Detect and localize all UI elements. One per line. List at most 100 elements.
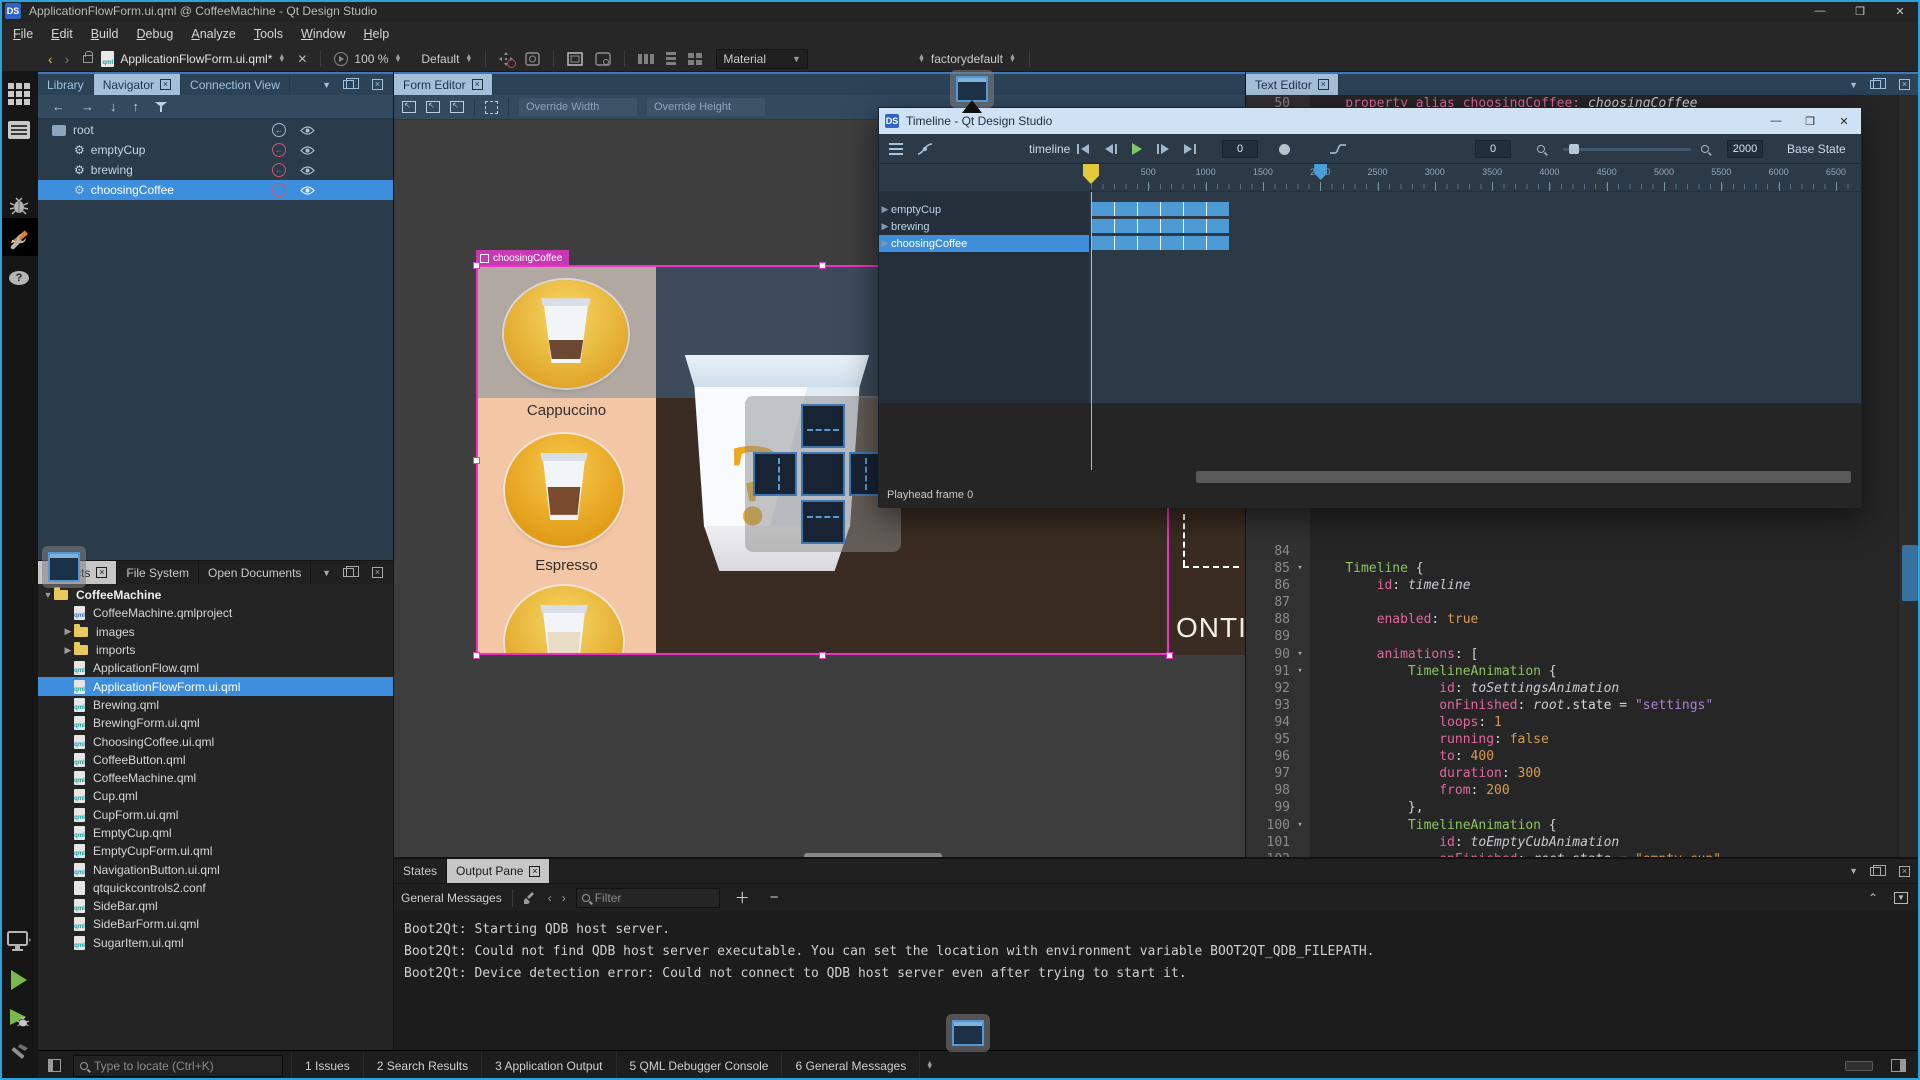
end-frame-field[interactable]: 2000	[1727, 140, 1763, 158]
rows-icon[interactable]	[638, 54, 654, 64]
navigator-item-choosingCoffee[interactable]: ⚙choosingCoffee←	[38, 180, 393, 200]
toggle-right-sidebar-icon[interactable]	[1891, 1059, 1906, 1072]
timeline-ruler[interactable]: 5001000150020002500300035004000450050005…	[879, 164, 1861, 192]
code-line[interactable]: 90▾ animations: [	[1246, 646, 1896, 663]
pane-button-application-output[interactable]: 3 Application Output	[482, 1051, 616, 1080]
code-line[interactable]: 101 id: toEmptyCubAnimation	[1246, 834, 1896, 851]
keyframe-icon[interactable]	[1137, 219, 1138, 233]
current-frame-field[interactable]: 0	[1222, 140, 1258, 158]
dopesheet-icon[interactable]	[889, 143, 903, 155]
welcome-mode-icon[interactable]	[7, 82, 31, 106]
material-select[interactable]: Material▼	[716, 49, 808, 69]
timeline-zoom-slider[interactable]	[1563, 134, 1691, 164]
close-icon[interactable]: ×	[160, 79, 171, 90]
record-button[interactable]	[1279, 134, 1290, 164]
lock-icon[interactable]	[83, 55, 93, 63]
open-document-select[interactable]: ApplicationFlowForm.ui.qml*	[120, 52, 272, 66]
close-document-button[interactable]: ✕	[291, 52, 313, 66]
grid-view-icon[interactable]	[688, 53, 702, 65]
navigator-item-emptyCup[interactable]: ⚙emptyCup←	[38, 140, 393, 160]
playhead-marker[interactable]	[1083, 164, 1099, 184]
keyframe-bar[interactable]	[1091, 236, 1229, 250]
menu-file[interactable]: File	[4, 22, 42, 46]
expander-icon[interactable]: ▼	[42, 590, 54, 600]
style-spinner-icon[interactable]: ▲▼	[465, 55, 472, 63]
code-line[interactable]: 93 onFinished: root.state = "settings"	[1246, 697, 1896, 714]
split-icon[interactable]	[1870, 80, 1881, 89]
keyframe-icon[interactable]	[1137, 202, 1138, 216]
code-line[interactable]: 95 running: false	[1246, 731, 1896, 748]
code-line[interactable]: 99 },	[1246, 799, 1896, 816]
keyframe-icon[interactable]	[1206, 202, 1207, 216]
move-left-icon[interactable]: ←	[52, 99, 65, 114]
project-item[interactable]: SideBar.qml	[38, 897, 393, 915]
toggle-left-sidebar-icon[interactable]	[48, 1059, 61, 1072]
pane-cycle-spinner-icon[interactable]: ▲▼	[926, 1062, 933, 1070]
style-select[interactable]: Default	[421, 52, 459, 66]
snap-parent-icon[interactable]	[450, 101, 464, 113]
close-button[interactable]: ✕	[1880, 0, 1920, 22]
close-icon[interactable]: ×	[1318, 79, 1329, 90]
pane-button-issues[interactable]: 1 Issues	[291, 1051, 364, 1080]
project-item[interactable]: SugarItem.ui.qml	[38, 934, 393, 952]
fold-marker-icon[interactable]: ▾	[1290, 817, 1310, 834]
minimize-button[interactable]: —	[1800, 0, 1840, 22]
menu-help[interactable]: Help	[355, 22, 399, 46]
live-preview-icon[interactable]	[334, 52, 348, 66]
project-item[interactable]: ChoosingCoffee.ui.qml	[38, 732, 393, 750]
close-panel-icon[interactable]: ×	[1899, 866, 1910, 877]
loop-value-field[interactable]: 0	[1475, 140, 1511, 158]
prev-item-icon[interactable]: ‹	[548, 891, 552, 905]
close-panel-icon[interactable]: ×	[372, 567, 383, 578]
override-height-field[interactable]: Override Height	[647, 98, 765, 116]
dock-indicator-bottom[interactable]	[946, 1014, 990, 1052]
project-item[interactable]: BrewingForm.ui.qml	[38, 714, 393, 732]
keyframe-bar[interactable]	[1091, 219, 1229, 233]
menu-window[interactable]: Window	[292, 22, 354, 46]
chevron-down-icon[interactable]: ▼	[322, 568, 331, 578]
annotation-move-icon[interactable]	[499, 52, 513, 66]
tab-connection-view[interactable]: Connection View	[181, 74, 290, 95]
back-button[interactable]: ‹	[42, 51, 59, 67]
project-item[interactable]: ▼CoffeeMachine	[38, 586, 393, 604]
locator-input[interactable]	[94, 1059, 259, 1073]
code-line[interactable]: 84	[1246, 543, 1896, 560]
maximize-button[interactable]: ❒	[1793, 108, 1827, 134]
expander-icon[interactable]: ▶	[879, 238, 891, 249]
kit-spinner-icon2[interactable]: ▲▼	[1009, 55, 1016, 63]
code-line[interactable]: 98 from: 200	[1246, 782, 1896, 799]
project-item[interactable]: NavigationButton.ui.qml	[38, 860, 393, 878]
code-line[interactable]: 96 to: 400	[1246, 748, 1896, 765]
keyframe-bar[interactable]	[1091, 202, 1229, 216]
timeline-settings-icon[interactable]	[525, 52, 540, 66]
export-alias-icon[interactable]: ←	[272, 143, 286, 157]
zoom-in-text-button[interactable]: ＋	[730, 887, 755, 908]
keyframe-icon[interactable]	[1160, 202, 1161, 216]
keyframe-icon[interactable]	[1137, 236, 1138, 250]
zoom-in-icon[interactable]	[1701, 134, 1709, 164]
tab-open-documents[interactable]: Open Documents	[199, 561, 311, 584]
project-item[interactable]: ApplicationFlowForm.ui.qml	[38, 677, 393, 695]
play-button[interactable]	[1132, 134, 1142, 164]
export-alias-icon[interactable]: ←	[272, 183, 286, 197]
project-item[interactable]: qtquickcontrols2.conf	[38, 879, 393, 897]
projects-wrench-icon[interactable]	[7, 230, 31, 254]
keyframe-icon[interactable]	[1183, 236, 1184, 250]
keyframe-icon[interactable]	[1114, 236, 1115, 250]
chevron-down-icon[interactable]: ▼	[322, 80, 331, 90]
split-icon[interactable]	[343, 568, 354, 577]
export-alias-icon[interactable]: ←	[272, 163, 286, 177]
zoom-out-icon[interactable]	[1537, 134, 1545, 164]
pane-button-qml-debugger-console[interactable]: 5 QML Debugger Console	[617, 1051, 783, 1080]
expander-icon[interactable]: ▶	[879, 221, 891, 232]
move-up-icon[interactable]: ↑	[133, 99, 140, 114]
visibility-eye-icon[interactable]	[300, 165, 315, 176]
filter-icon[interactable]	[155, 101, 167, 113]
keyframe-icon[interactable]	[1114, 219, 1115, 233]
timeline-track-emptyCup[interactable]: ▶emptyCup	[879, 201, 1089, 218]
output-channel-label[interactable]: General Messages	[401, 891, 502, 905]
base-state-button[interactable]: Base State	[1787, 134, 1846, 164]
export-alias-icon[interactable]: ←	[272, 123, 286, 137]
dock-top-target[interactable]	[801, 404, 845, 448]
timeline-hscrollbar[interactable]	[1196, 471, 1851, 483]
